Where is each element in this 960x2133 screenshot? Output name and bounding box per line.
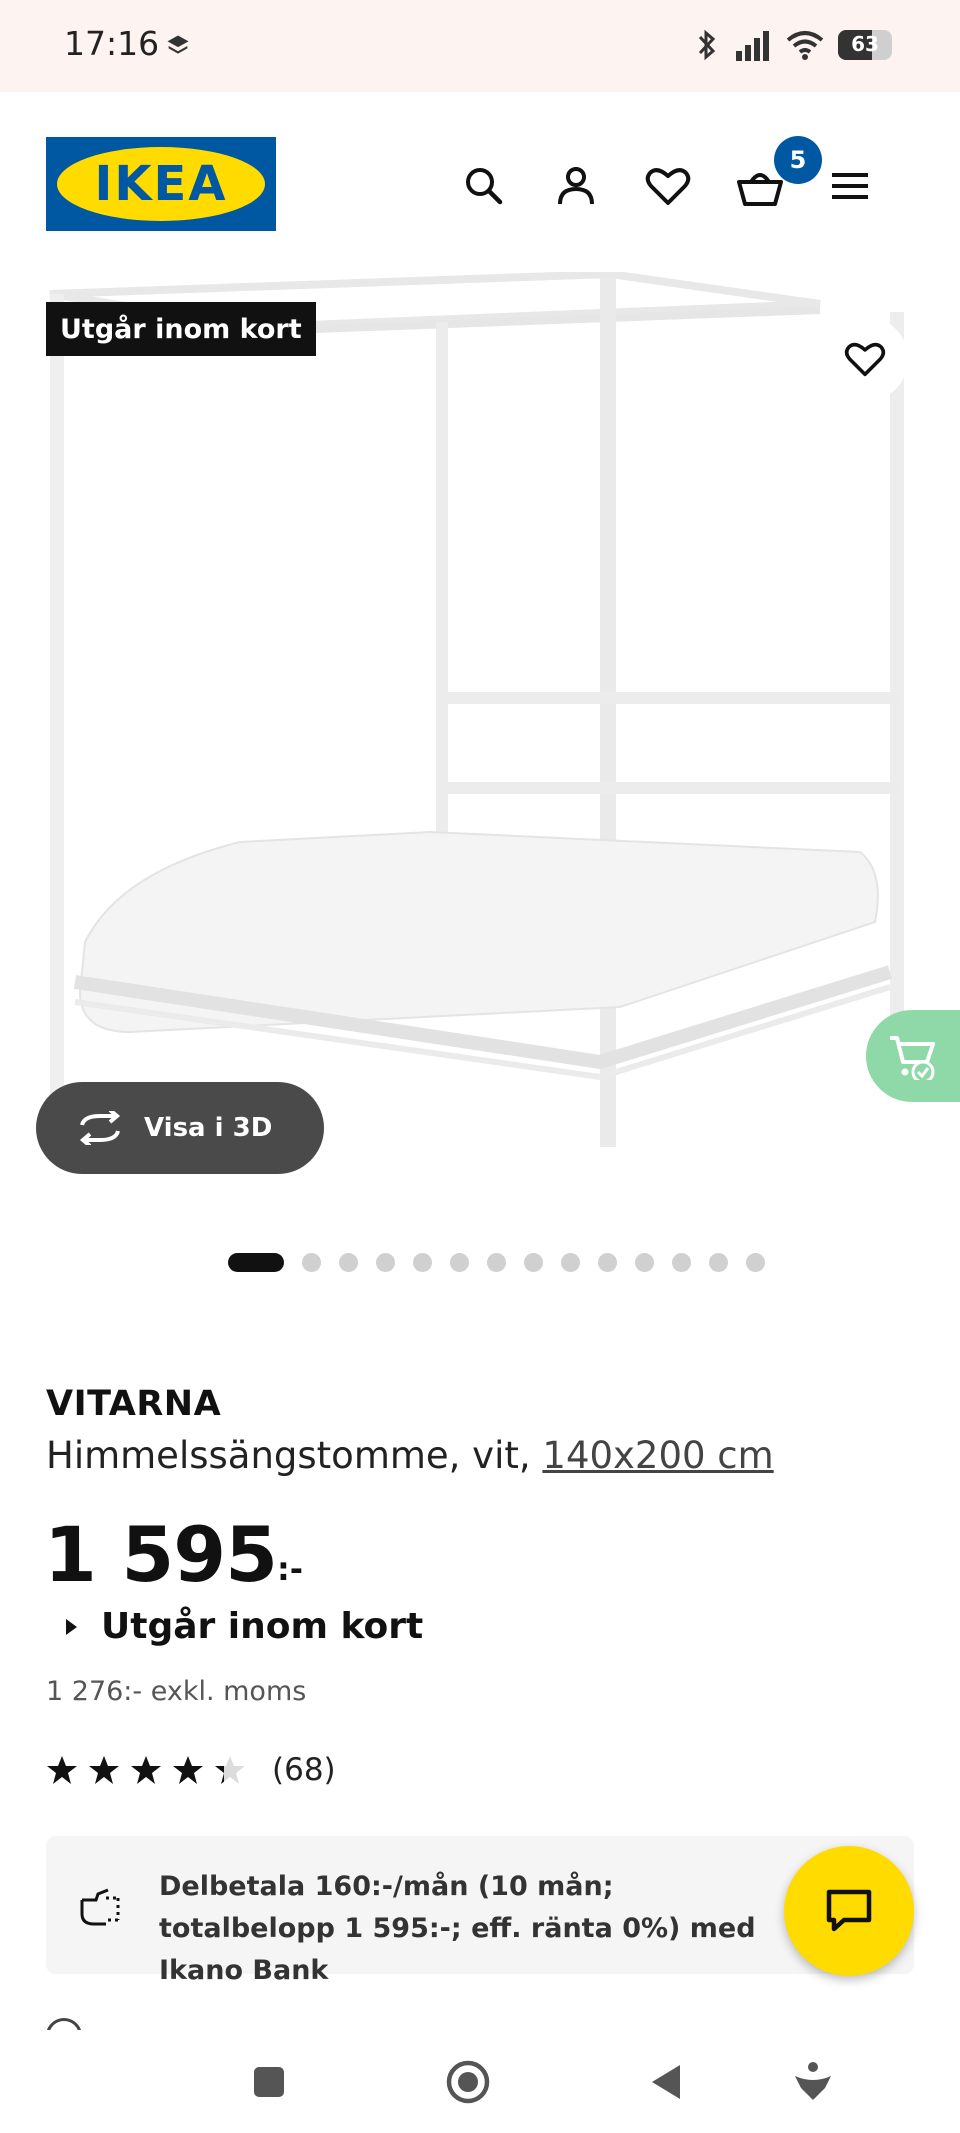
carousel-dot[interactable] xyxy=(598,1252,617,1272)
carousel-dot[interactable] xyxy=(561,1252,580,1272)
product-image-carousel[interactable]: Utgår inom kort Visa i 3D xyxy=(0,272,960,1212)
carousel-dot[interactable] xyxy=(413,1252,432,1272)
installment-text: Delbetala 160:-/mån (10 mån; totalbelopp… xyxy=(159,1871,756,1986)
carousel-dot[interactable] xyxy=(524,1252,543,1272)
product-name: VITARNA xyxy=(46,1384,222,1424)
rating-stars xyxy=(46,1754,246,1786)
carousel-dot[interactable] xyxy=(302,1252,321,1272)
carousel-dot[interactable] xyxy=(487,1252,506,1272)
logo-text: IKEA xyxy=(94,156,228,212)
carousel-dot[interactable] xyxy=(376,1252,395,1272)
price-value: 1 595 xyxy=(44,1510,278,1599)
star-icon xyxy=(47,1756,77,1784)
star-icon xyxy=(89,1756,119,1784)
account-icon[interactable] xyxy=(548,158,604,214)
back-triangle-icon xyxy=(652,2065,680,2099)
carousel-dot[interactable] xyxy=(450,1252,469,1272)
system-nav-bar xyxy=(0,2030,960,2133)
carousel-dot[interactable] xyxy=(339,1252,358,1272)
search-icon[interactable] xyxy=(456,158,512,214)
installment-icon xyxy=(80,1888,120,1926)
product-page: 17:16 63 IKEA 5 Utgår inom kort Visa i 3… xyxy=(0,0,960,2133)
bluetooth-icon xyxy=(698,29,716,61)
chat-icon xyxy=(826,1889,872,1932)
accessibility-icon xyxy=(795,2062,831,2100)
layers-icon xyxy=(167,35,189,54)
square-icon xyxy=(254,2067,284,2097)
product-type: Himmelssängstomme, vit, xyxy=(46,1434,531,1477)
status-time: 17:16 xyxy=(64,24,160,63)
partially-visible-row xyxy=(46,2018,466,2030)
rotate-3d-icon xyxy=(79,1111,121,1145)
availability-toggle[interactable]: Utgår inom kort xyxy=(66,1606,423,1647)
home-circle-icon xyxy=(446,2060,490,2104)
cart-count-badge: 5 xyxy=(774,136,822,184)
price-suffix: :- xyxy=(276,1550,304,1588)
carousel-dot[interactable] xyxy=(709,1252,728,1272)
cart-check-icon xyxy=(890,1036,935,1080)
cart-check-tab[interactable] xyxy=(866,1010,960,1102)
battery-indicator: 63 xyxy=(838,30,892,60)
carousel-dot[interactable] xyxy=(672,1252,691,1272)
home-button[interactable] xyxy=(440,2054,496,2110)
product-rating[interactable]: (68) xyxy=(46,1752,336,1788)
availability-text: Utgår inom kort xyxy=(101,1606,424,1647)
rating-count: (68) xyxy=(272,1752,336,1788)
view-in-3d-button[interactable]: Visa i 3D xyxy=(36,1082,324,1174)
back-button[interactable] xyxy=(638,2054,694,2110)
accessibility-button[interactable] xyxy=(785,2054,841,2110)
menu-icon[interactable] xyxy=(822,158,878,214)
favourites-icon[interactable] xyxy=(640,158,696,214)
status-icons: 63 xyxy=(694,28,892,62)
recents-button[interactable] xyxy=(241,2054,297,2110)
carousel-dots xyxy=(228,1252,765,1272)
battery-level: 63 xyxy=(851,32,879,56)
chat-button[interactable] xyxy=(784,1846,914,1976)
triangle-right-icon xyxy=(66,1618,77,1635)
signal-icon xyxy=(736,31,769,61)
wifi-icon xyxy=(786,31,824,60)
star-icon xyxy=(215,1756,245,1784)
add-to-favourites-button[interactable] xyxy=(822,316,908,402)
product-description: Himmelssängstomme, vit, 140x200 cm xyxy=(46,1434,774,1477)
ikea-logo[interactable]: IKEA xyxy=(46,137,276,231)
star-icon xyxy=(173,1756,203,1784)
carousel-dot[interactable] xyxy=(635,1252,654,1272)
price-excl-vat: 1 276:- exkl. moms xyxy=(46,1676,307,1707)
product-price: 1 595 :- xyxy=(44,1512,303,1598)
site-header: IKEA 5 xyxy=(0,92,960,272)
product-image xyxy=(49,272,904,1147)
discontinued-badge: Utgår inom kort xyxy=(46,302,316,356)
carousel-dot[interactable] xyxy=(746,1252,765,1272)
status-bar: 17:16 63 xyxy=(0,0,960,92)
size-link[interactable]: 140x200 cm xyxy=(542,1434,773,1477)
view-in-3d-label: Visa i 3D xyxy=(144,1113,273,1143)
carousel-dot[interactable] xyxy=(228,1252,284,1272)
heart-icon xyxy=(844,342,886,377)
star-icon xyxy=(131,1756,161,1784)
